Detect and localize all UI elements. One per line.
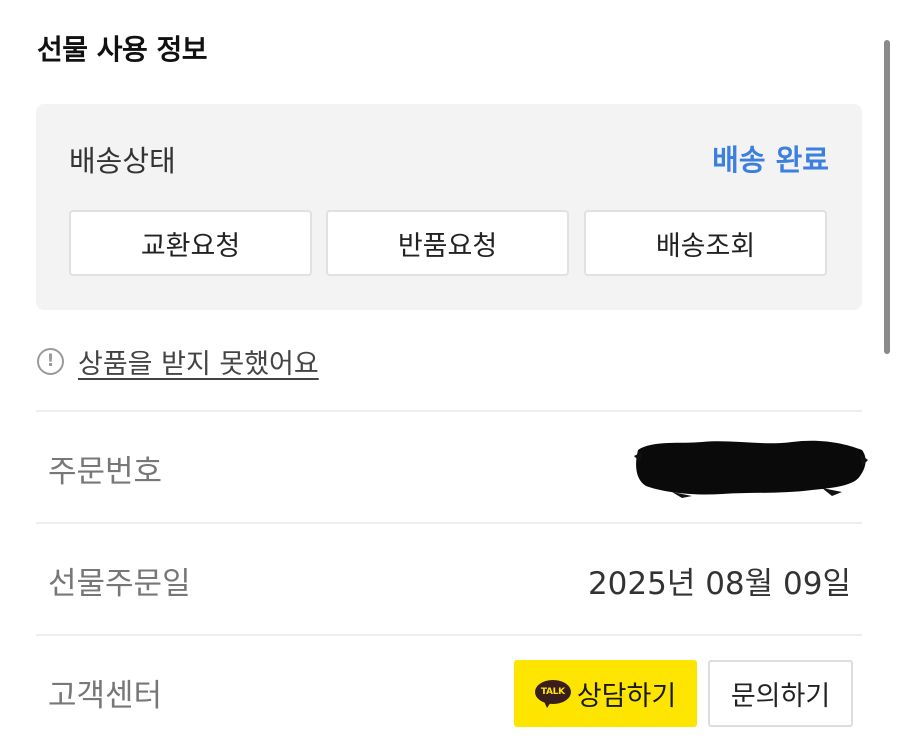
gift-usage-page: 선물 사용 정보 배송상태 배송 완료 교환요청 반품요청 배송조회 ! 상품을… (0, 0, 899, 750)
return-request-button[interactable]: 반품요청 (326, 210, 569, 276)
delivery-status-value: 배송 완료 (712, 143, 829, 177)
scrollbar[interactable] (884, 40, 890, 354)
divider (36, 634, 862, 636)
section-title: 선물 사용 정보 (37, 33, 208, 66)
order-date-value: 2025년 08월 09일 (587, 566, 851, 602)
customer-center-label: 고객센터 (48, 678, 163, 714)
not-received-link[interactable]: ! 상품을 받지 못했어요 (37, 342, 319, 381)
kakao-talk-tail (542, 698, 553, 708)
redacted-order-number (634, 440, 868, 498)
delivery-status-panel: 배송상태 배송 완료 교환요청 반품요청 배송조회 (36, 104, 862, 310)
divider (36, 522, 862, 524)
delivery-status-label: 배송상태 (69, 144, 176, 178)
order-date-label: 선물주문일 (48, 566, 191, 602)
kakao-talk-badge: TALK (534, 679, 571, 704)
info-circle-icon: ! (37, 348, 64, 375)
order-number-label: 주문번호 (48, 454, 163, 490)
inquiry-button[interactable]: 문의하기 (708, 660, 853, 727)
exchange-request-button[interactable]: 교환요청 (69, 210, 312, 276)
kakao-consult-label: 상담하기 (576, 681, 677, 712)
track-delivery-button[interactable]: 배송조회 (584, 210, 827, 276)
kakao-talk-icon: TALK (534, 679, 571, 708)
divider (36, 410, 862, 412)
not-received-text: 상품을 받지 못했어요 (78, 349, 319, 380)
kakao-talk-consult-button[interactable]: TALK 상담하기 (514, 660, 697, 727)
